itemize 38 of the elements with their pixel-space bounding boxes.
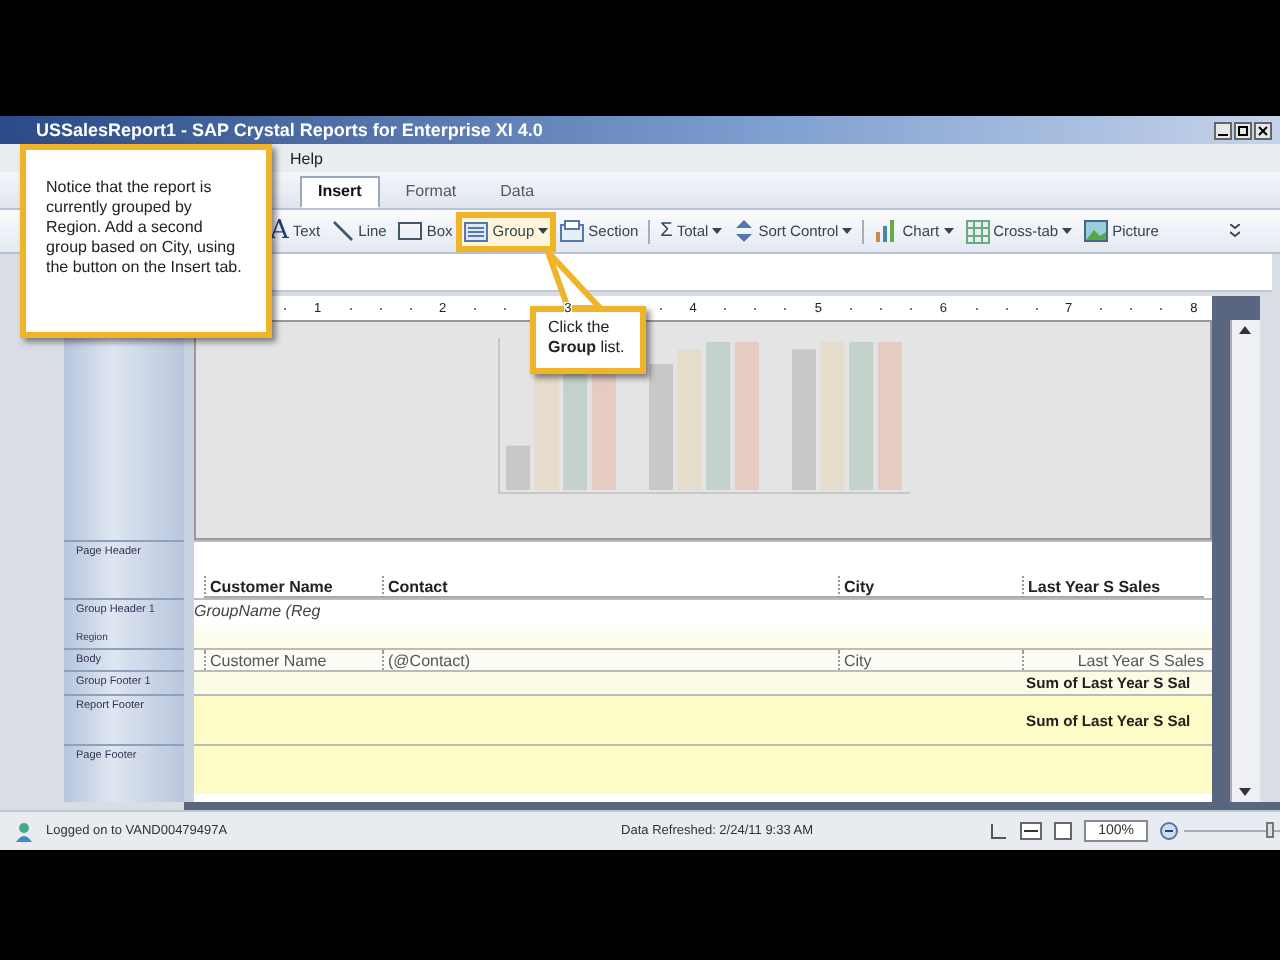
box-icon [398,222,423,240]
user-icon [16,821,36,841]
overflow-icon[interactable] [1230,224,1240,238]
text-icon: A [270,221,289,241]
group-name-field: GroupName (Reg [194,602,321,620]
line-icon [332,220,355,242]
caret-icon [943,228,954,234]
page-icon[interactable] [990,822,1009,840]
window-title: USSalesReport1 - SAP Crystal Reports for Enterprise XI 4.0 [36,120,545,140]
chart-bar [676,349,701,490]
callout-text: Click the Group list. [548,318,627,358]
zoom-out-icon[interactable] [1160,822,1178,840]
ribbon-tab[interactable]: Data [482,176,553,208]
chart-bar [791,349,815,490]
fit-page-icon[interactable] [1054,822,1073,840]
chart-bar [648,364,672,490]
sort-icon [734,220,755,242]
ribbon-tab[interactable]: Format [387,176,475,208]
chart-icon [874,220,899,242]
vertical-scrollbar[interactable] [1230,320,1260,802]
maximize-icon[interactable] [1234,121,1252,139]
zoom-thumb[interactable] [1266,822,1275,838]
menu-item[interactable]: Help [290,149,323,167]
fit-width-icon[interactable] [1020,822,1043,840]
picture-icon [1084,220,1109,242]
grid-icon [965,219,990,243]
section-icon [560,220,585,242]
callout-text: Notice that the report is currently grouped by Region. Add a second group based on City, using the button on the Insert tab. [46,178,244,278]
ribbon-tab[interactable]: Insert [300,176,380,208]
list-icon [464,221,489,241]
chart-bar [505,445,529,490]
close-icon[interactable] [1254,121,1272,139]
caret-icon [842,228,853,234]
sum-icon: Σ [660,221,673,241]
minimize-icon[interactable] [1214,121,1232,139]
caret-icon [538,228,549,234]
caret-icon [712,228,723,234]
caret-icon [1062,228,1073,234]
